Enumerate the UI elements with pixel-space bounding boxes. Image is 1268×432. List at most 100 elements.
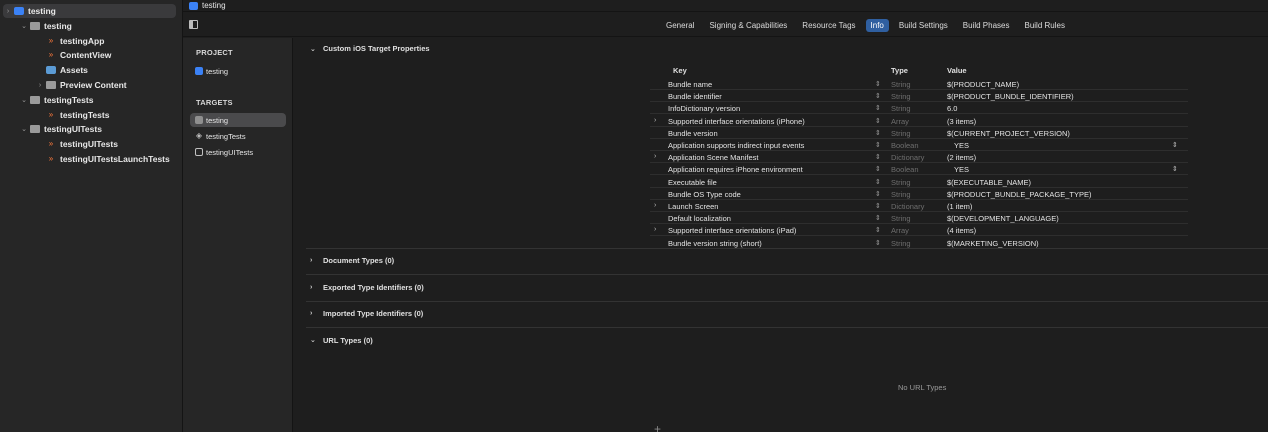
- property-value[interactable]: (2 items): [947, 153, 976, 162]
- tab-build-rules[interactable]: Build Rules: [1019, 19, 1069, 32]
- navigator-item[interactable]: ⌄ testing: [0, 19, 183, 33]
- section-title: Imported Type Identifiers (0): [323, 309, 424, 318]
- folder-icon: [30, 125, 40, 134]
- property-value[interactable]: $(DEVELOPMENT_LANGUAGE): [947, 214, 1059, 223]
- property-row[interactable]: › Application Scene Manifest ⇕ Dictionary (2…: [650, 151, 1188, 164]
- key-stepper-icon[interactable]: ⇕: [875, 226, 881, 234]
- popup-arrows-icon[interactable]: ⇕: [1172, 165, 1178, 173]
- property-row[interactable]: InfoDictionary version ⇕ String 6.0: [650, 102, 1188, 115]
- navigator-item[interactable]: » testingUITestsLaunchTests: [0, 152, 183, 166]
- property-value[interactable]: $(CURRENT_PROJECT_VERSION): [947, 129, 1070, 138]
- target-item[interactable]: testingUITests: [190, 145, 286, 159]
- target-item[interactable]: ◈ testingTests: [190, 129, 286, 143]
- property-row[interactable]: › Launch Screen ⇕ Dictionary (1 item): [650, 200, 1188, 212]
- key-stepper-icon[interactable]: ⇕: [875, 202, 881, 210]
- chevron-right-icon[interactable]: ›: [36, 82, 44, 89]
- chevron-right-icon[interactable]: ›: [654, 226, 656, 233]
- property-row[interactable]: Application supports indirect input even…: [650, 139, 1188, 151]
- key-stepper-icon[interactable]: ⇕: [875, 129, 881, 137]
- property-value[interactable]: $(PRODUCT_BUNDLE_PACKAGE_TYPE): [947, 190, 1091, 199]
- property-type: String: [891, 128, 911, 138]
- property-row[interactable]: Application requires iPhone environment ⇕…: [650, 163, 1188, 176]
- property-row[interactable]: Bundle identifier ⇕ String $(PRODUCT_BUNDLE…: [650, 90, 1188, 103]
- targets-panel: PROJECT testing TARGETS testing ◈ testingT…: [183, 38, 293, 432]
- chevron-down-icon[interactable]: ⌄: [20, 125, 28, 133]
- section-header[interactable]: › Imported Type Identifiers (0): [310, 309, 423, 318]
- sidebar-toggle-icon[interactable]: [189, 20, 198, 29]
- navigator-item[interactable]: › Preview Content: [0, 78, 183, 92]
- key-stepper-icon[interactable]: ⇕: [875, 153, 881, 161]
- key-stepper-icon[interactable]: ⇕: [875, 190, 881, 198]
- property-value[interactable]: (4 items): [947, 226, 976, 235]
- property-value[interactable]: (1 item): [947, 202, 972, 211]
- property-row[interactable]: Bundle version string (short) ⇕ String $(MA…: [650, 237, 1188, 249]
- divider: [306, 327, 1268, 328]
- value-column-header[interactable]: Value: [947, 66, 967, 75]
- navigator-item[interactable]: ⌄ testingUITests: [0, 122, 183, 136]
- property-row[interactable]: Bundle OS Type code ⇕ String $(PRODUCT_BUND…: [650, 188, 1188, 200]
- property-value[interactable]: (3 items): [947, 117, 976, 126]
- property-row[interactable]: Default localization ⇕ String $(DEVELOPMENT…: [650, 212, 1188, 225]
- property-value-popup[interactable]: YES: [954, 141, 969, 150]
- navigator-item-label: ContentView: [60, 50, 112, 61]
- chevron-right-icon[interactable]: ›: [4, 8, 12, 15]
- navigator-item[interactable]: » testingUITests: [0, 137, 183, 151]
- key-stepper-icon[interactable]: ⇕: [875, 178, 881, 186]
- navigator-item[interactable]: ⌄ testingTests: [0, 93, 183, 107]
- key-stepper-icon[interactable]: ⇕: [875, 165, 881, 173]
- project-icon: [195, 67, 203, 75]
- chevron-right-icon[interactable]: ›: [654, 153, 656, 160]
- property-row[interactable]: Bundle name ⇕ String $(PRODUCT_NAME): [650, 78, 1188, 90]
- key-stepper-icon[interactable]: ⇕: [875, 239, 881, 247]
- key-stepper-icon[interactable]: ⇕: [875, 214, 881, 222]
- section-header[interactable]: ⌄ URL Types (0): [310, 336, 373, 345]
- property-value[interactable]: $(PRODUCT_NAME): [947, 80, 1019, 89]
- property-value[interactable]: 6.0: [947, 104, 957, 113]
- navigator-item[interactable]: Assets: [0, 63, 183, 77]
- chevron-right-icon[interactable]: ›: [654, 117, 656, 124]
- navigator-item[interactable]: » ContentView: [0, 48, 183, 62]
- key-stepper-icon[interactable]: ⇕: [875, 92, 881, 100]
- key-column-header[interactable]: Key: [673, 66, 687, 75]
- property-value[interactable]: $(PRODUCT_BUNDLE_IDENTIFIER): [947, 92, 1074, 101]
- property-key: Application requires iPhone environment: [668, 165, 803, 175]
- tab-general[interactable]: General: [661, 19, 699, 32]
- chevron-right-icon[interactable]: ›: [654, 202, 656, 209]
- target-item[interactable]: testing: [190, 113, 286, 127]
- navigator-item[interactable]: » testingTests: [0, 108, 183, 122]
- add-button[interactable]: +: [654, 422, 661, 432]
- navigator-item[interactable]: » testingApp: [0, 34, 183, 48]
- section-header[interactable]: › Document Types (0): [310, 256, 394, 265]
- chevron-down-icon[interactable]: ⌄: [20, 96, 28, 104]
- property-key: Executable file: [668, 177, 717, 187]
- property-row[interactable]: › Supported interface orientations (iPhon…: [650, 115, 1188, 127]
- tab-resource-tags[interactable]: Resource Tags: [797, 19, 860, 32]
- tab-info[interactable]: Info: [865, 19, 889, 32]
- key-stepper-icon[interactable]: ⇕: [875, 80, 881, 88]
- navigator-item-label: Assets: [60, 65, 88, 76]
- custom-properties-header[interactable]: ⌄ Custom iOS Target Properties: [310, 44, 430, 53]
- section-header[interactable]: › Exported Type Identifiers (0): [310, 283, 424, 292]
- property-value-popup[interactable]: YES: [954, 165, 969, 174]
- key-stepper-icon[interactable]: ⇕: [875, 104, 881, 112]
- chevron-down-icon: ⌄: [310, 45, 316, 53]
- key-stepper-icon[interactable]: ⇕: [875, 141, 881, 149]
- property-row[interactable]: › Supported interface orientations (iPad)…: [650, 224, 1188, 237]
- navigator-item-label: testingUITests: [60, 139, 118, 150]
- chevron-down-icon[interactable]: ⌄: [20, 22, 28, 30]
- tab-signing-capabilities[interactable]: Signing & Capabilities: [704, 19, 792, 32]
- property-value[interactable]: $(EXECUTABLE_NAME): [947, 178, 1031, 187]
- folder-icon: [30, 95, 40, 104]
- tab-build-settings[interactable]: Build Settings: [894, 19, 953, 32]
- property-value[interactable]: $(MARKETING_VERSION): [947, 239, 1039, 248]
- property-row[interactable]: Executable file ⇕ String $(EXECUTABLE_NAME): [650, 176, 1188, 188]
- project-row[interactable]: testing: [190, 64, 286, 78]
- type-column-header[interactable]: Type: [891, 66, 908, 75]
- tab-build-phases[interactable]: Build Phases: [958, 19, 1015, 32]
- navigator-item[interactable]: › testing: [3, 4, 176, 18]
- property-row[interactable]: Bundle version ⇕ String $(CURRENT_PROJECT_V…: [650, 127, 1188, 139]
- project-name: testing: [206, 66, 229, 76]
- popup-arrows-icon[interactable]: ⇕: [1172, 141, 1178, 149]
- breadcrumb[interactable]: testing: [202, 1, 226, 10]
- key-stepper-icon[interactable]: ⇕: [875, 117, 881, 125]
